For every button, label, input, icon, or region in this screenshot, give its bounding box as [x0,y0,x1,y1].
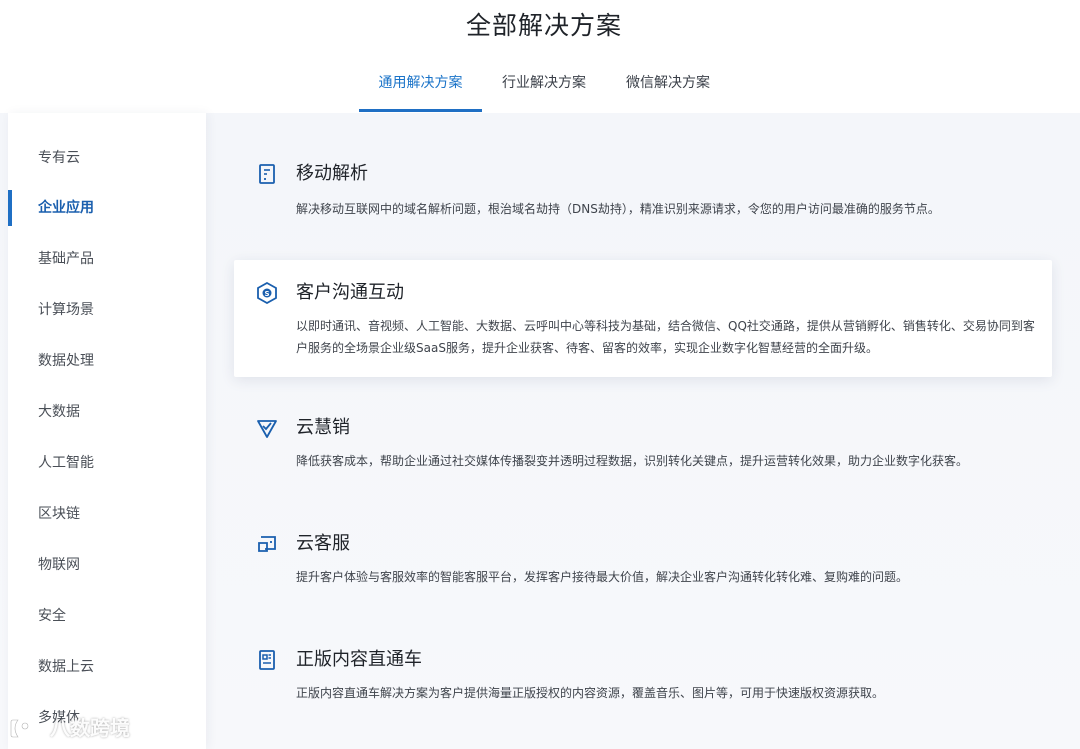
solution-description: 提升客户体验与客服效率的智能客服平台，发挥客户接待最大价值，解决企业客户沟通转化… [296,570,909,584]
tab-general[interactable]: 通用解决方案 [359,72,482,113]
sidebar: 专有云 企业应用 基础产品 计算场景 数据处理 大数据 人工智能 区块链 物联网… [8,113,206,749]
sidebar-item-ai[interactable]: 人工智能 [8,445,206,481]
sidebar-item-data-processing[interactable]: 数据处理 [8,343,206,379]
page-title: 全部解决方案 [465,11,622,40]
solution-card-mobile-dns[interactable]: 移动解析 解决移动互联网中的域名解析问题，根治域名劫持（DNS劫持），精准识别来… [234,143,1052,233]
solution-card-cloud-service[interactable]: 云客服 提升客户体验与客服效率的智能客服平台，发挥客户接待最大价值，解决企业客户… [234,511,1052,601]
sidebar-item-blockchain[interactable]: 区块链 [8,496,206,532]
solution-description: 正版内容直通车解决方案为客户提供海量正版授权的内容资源，覆盖音乐、图片等，可用于… [296,686,885,700]
solution-description: 解决移动互联网中的域名解析问题，根治域名劫持（DNS劫持），精准识别来源请求，令… [296,202,940,216]
chat-bubble-icon [258,536,276,552]
sidebar-item-label: 企业应用 [38,200,94,216]
sidebar-item-iot[interactable]: 物联网 [8,547,206,583]
sidebar-item-security[interactable]: 安全 [8,598,206,634]
tab-industry[interactable]: 行业解决方案 [486,72,602,113]
solution-card-licensed-content[interactable]: 正版内容直通车 正版内容直通车解决方案为客户提供海量正版授权的内容资源，覆盖音乐… [234,627,1052,717]
watermark-text: 八数跨境 [50,716,130,740]
solution-title: 云慧销 [296,417,350,438]
solutions-list: 移动解析 解决移动互联网中的域名解析问题，根治域名劫持（DNS劫持），精准识别来… [206,113,1080,749]
solution-description: 以即时通讯、音视频、人工智能、大数据、云呼叫中心等科技为基础，结合微信、QQ社交… [296,319,1035,355]
triangle-check-icon [257,420,277,438]
solution-description: 降低获客成本，帮助企业通过社交媒体传播裂变并透明过程数据，识别转化关键点，提升运… [296,454,969,468]
solution-title: 移动解析 [296,163,368,184]
copyright-doc-icon [259,650,275,670]
solution-title: 正版内容直通车 [296,649,422,670]
watermark-logo-icon [10,719,29,738]
sidebar-item-compute[interactable]: 计算场景 [8,292,206,328]
sidebar-item-private-cloud[interactable]: 专有云 [8,140,206,176]
solution-title: 客户沟通互动 [296,282,404,303]
sidebar-item-basic-products[interactable]: 基础产品 [8,241,206,277]
sidebar-item-enterprise-apps[interactable]: 企业应用 [8,190,206,226]
sidebar-item-big-data[interactable]: 大数据 [8,394,206,430]
active-tab-indicator [359,109,482,112]
hexagon-s-icon: S [257,282,277,304]
tab-wechat[interactable]: 微信解决方案 [610,72,726,113]
svg-text:S: S [264,290,269,298]
solution-tabs: 通用解决方案 行业解决方案 微信解决方案 [0,72,1080,114]
solution-card-smart-sales[interactable]: 云慧销 降低获客成本，帮助企业通过社交媒体传播裂变并透明过程数据，识别转化关键点… [234,395,1052,485]
solution-card-customer-interaction[interactable]: S 客户沟通互动 以即时通讯、音视频、人工智能、大数据、云呼叫中心等科技为基础，… [234,260,1052,377]
solution-title: 云客服 [296,533,350,554]
mobile-doc-icon [259,164,275,184]
sidebar-item-data-migration[interactable]: 数据上云 [8,649,206,685]
sidebar-active-indicator [8,190,12,226]
